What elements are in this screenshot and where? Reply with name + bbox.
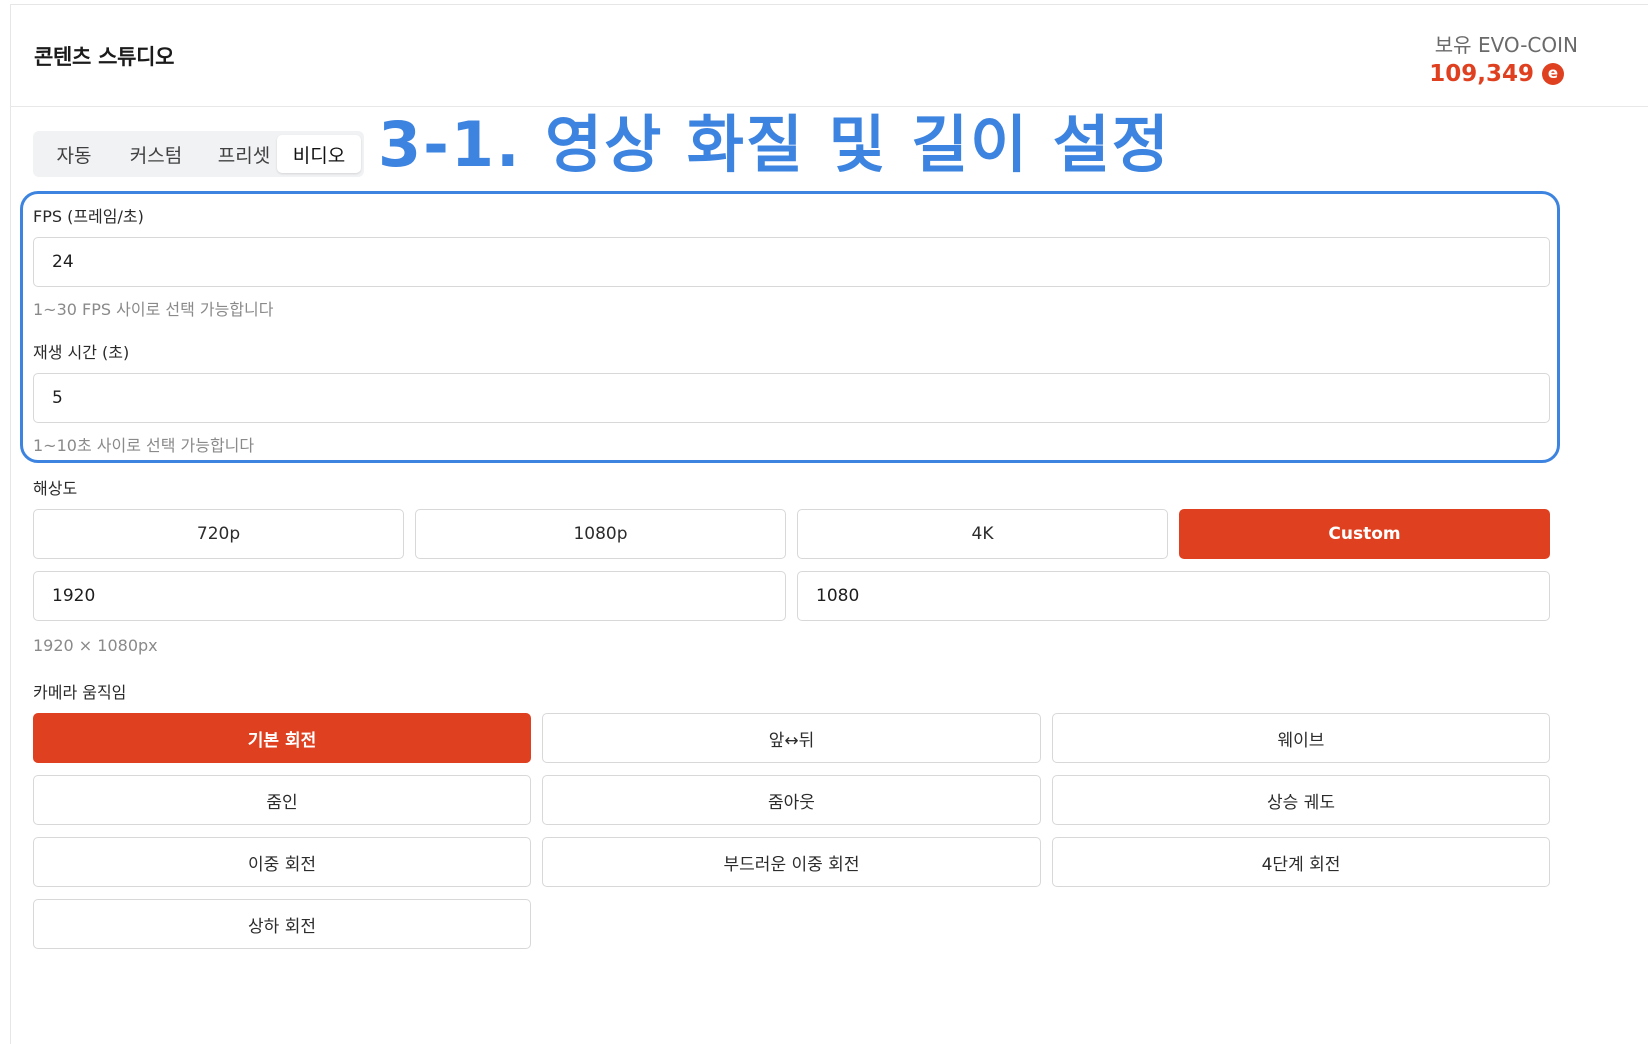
- camera-four-step-rotation-button[interactable]: 4단계 회전: [1052, 837, 1550, 887]
- header: 콘텐츠 스튜디오 보유 EVO-COIN 109,349 e: [10, 5, 1648, 107]
- resolution-720p-button[interactable]: 720p: [33, 509, 404, 559]
- tab-video[interactable]: 비디오: [277, 135, 361, 173]
- duration-label: 재생 시간 (초): [33, 343, 130, 362]
- camera-movement-label: 카메라 움직임: [33, 683, 127, 702]
- camera-up-down-rotation-button[interactable]: 상하 회전: [33, 899, 531, 949]
- camera-double-rotation-button[interactable]: 이중 회전: [33, 837, 531, 887]
- fps-input[interactable]: 24: [33, 237, 1550, 287]
- resolution-custom-button[interactable]: Custom: [1179, 509, 1550, 559]
- annotation-title: 3-1. 영상 화질 및 길이 설정: [378, 108, 1171, 181]
- mode-tabs: 자동 커스텀 프리셋 비디오: [33, 131, 364, 177]
- tab-custom[interactable]: 커스텀: [113, 135, 199, 173]
- resolution-height-input[interactable]: 1080: [797, 571, 1550, 621]
- resolution-4k-button[interactable]: 4K: [797, 509, 1168, 559]
- camera-rising-orbit-button[interactable]: 상승 궤도: [1052, 775, 1550, 825]
- camera-zoom-in-button[interactable]: 줌인: [33, 775, 531, 825]
- resolution-width-input[interactable]: 1920: [33, 571, 786, 621]
- resolution-1080p-button[interactable]: 1080p: [415, 509, 786, 559]
- evo-coin-icon: e: [1542, 63, 1564, 85]
- tab-preset[interactable]: 프리셋: [201, 135, 287, 173]
- camera-front-back-button[interactable]: 앞↔뒤: [542, 713, 1041, 763]
- coin-balance-value: 109,349: [1429, 61, 1534, 87]
- coin-balance-label: 보유 EVO-COIN: [1434, 33, 1578, 57]
- tab-auto[interactable]: 자동: [37, 135, 111, 173]
- fps-hint: 1~30 FPS 사이로 선택 가능합니다: [33, 300, 274, 319]
- app-title: 콘텐츠 스튜디오: [34, 45, 175, 69]
- camera-zoom-out-button[interactable]: 줌아웃: [542, 775, 1041, 825]
- resolution-label: 해상도: [33, 479, 78, 498]
- fps-label: FPS (프레임/초): [33, 207, 144, 226]
- duration-input[interactable]: 5: [33, 373, 1550, 423]
- duration-hint: 1~10초 사이로 선택 가능합니다: [33, 436, 255, 455]
- camera-smooth-double-rotation-button[interactable]: 부드러운 이중 회전: [542, 837, 1041, 887]
- camera-basic-rotation-button[interactable]: 기본 회전: [33, 713, 531, 763]
- resolution-summary: 1920 × 1080px: [33, 636, 158, 655]
- camera-wave-button[interactable]: 웨이브: [1052, 713, 1550, 763]
- coin-balance: 109,349 e: [1429, 61, 1564, 87]
- evo-coin-icon-letter: e: [1547, 63, 1559, 82]
